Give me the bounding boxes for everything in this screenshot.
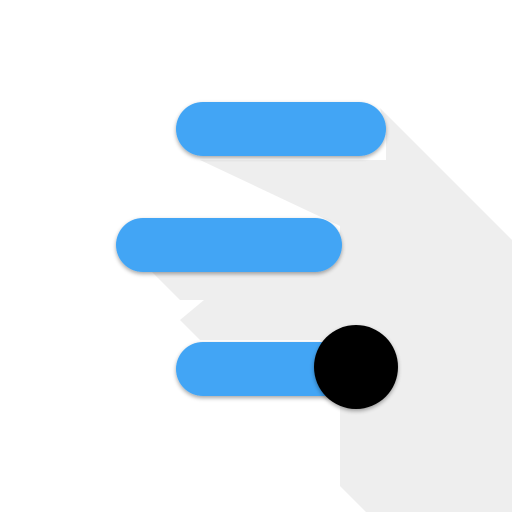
- slider-knob: [314, 325, 398, 409]
- middle-bar: [116, 218, 342, 272]
- app-icon: [0, 0, 512, 512]
- top-bar: [176, 102, 386, 156]
- sliders-menu-icon: [116, 102, 512, 512]
